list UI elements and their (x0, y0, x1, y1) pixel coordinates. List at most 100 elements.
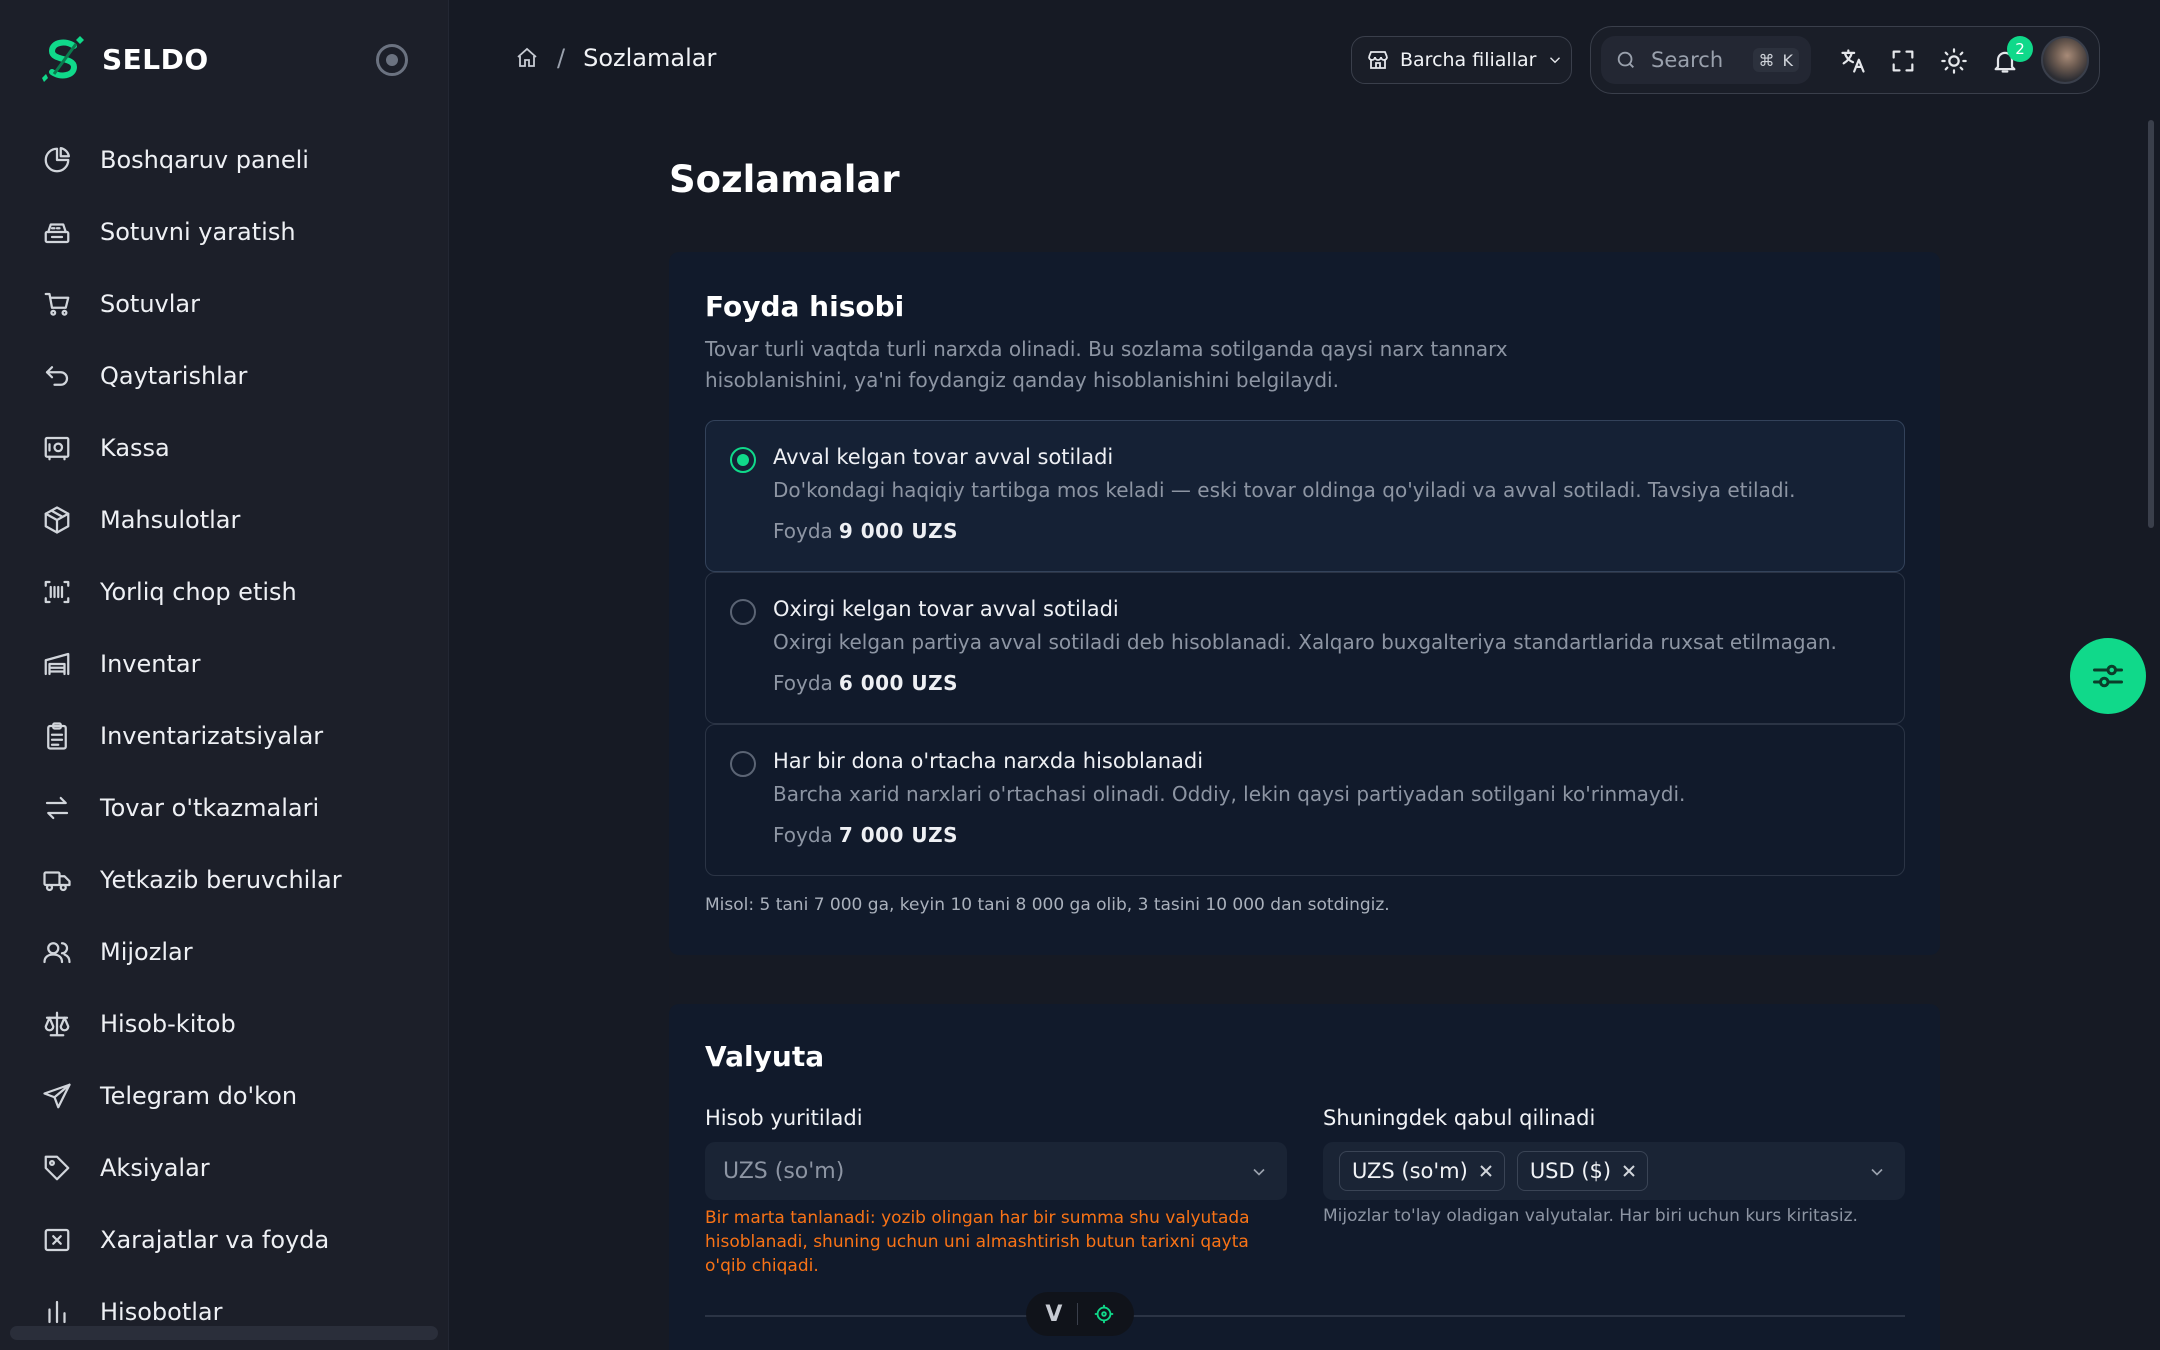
option-title: Oxirgi kelgan tovar avval sotiladi (773, 597, 1119, 621)
sidebar-item-label: Qaytarishlar (100, 362, 248, 390)
search-icon (1617, 51, 1634, 68)
devtools-divider (1077, 1303, 1079, 1325)
sidebar-item-telegram-shop[interactable]: Telegram do'kon (0, 1060, 449, 1132)
base-currency-select[interactable]: UZS (so'm) (705, 1142, 1287, 1200)
close-icon[interactable] (1621, 1163, 1637, 1179)
devtools-pill[interactable]: V (1026, 1292, 1134, 1336)
avatar[interactable] (2041, 36, 2089, 84)
currency-card-title: Valyuta (705, 1040, 825, 1073)
radio-button-checked[interactable] (730, 447, 756, 473)
clipboard-icon (47, 722, 67, 750)
option-profit: Foyda 6 000 UZS (773, 671, 958, 695)
profit-label: Foyda (773, 519, 833, 543)
base-currency-label: Hisob yuritiladi (705, 1106, 863, 1130)
barcode-scan-icon (44, 580, 70, 604)
sidebar-item-label: Sotuvni yaratish (100, 218, 296, 246)
profit-card-title: Foyda hisobi (705, 290, 905, 323)
branch-selector[interactable]: Barcha filiallar (1351, 36, 1572, 84)
sidebar-item-label: Aksiyalar (100, 1154, 210, 1182)
currency-card: Valyuta Hisob yuritiladi UZS (so'm) Bir … (669, 1004, 1940, 1350)
transfer-arrows-icon (45, 796, 69, 820)
sidebar-item-inventory[interactable]: Inventar (0, 628, 449, 700)
logo[interactable]: SELDO (40, 34, 209, 84)
main-scrollbar[interactable] (2148, 120, 2154, 528)
chevron-down-icon (1550, 57, 1561, 64)
option-title: Avval kelgan tovar avval sotiladi (773, 445, 1114, 469)
sidebar-item-label: Sotuvlar (100, 290, 200, 318)
radio-button[interactable] (730, 599, 756, 625)
fullscreen-icon[interactable] (1889, 47, 1917, 75)
sun-icon[interactable] (1940, 47, 1968, 75)
sidebar-item-label: Yetkazib beruvchilar (100, 866, 342, 894)
command-key-symbol: ⌘ (1758, 50, 1775, 70)
profit-option-fifo[interactable]: Avval kelgan tovar avval sotiladi Do'kon… (705, 420, 1905, 572)
breadcrumb: / Sozlamalar (515, 44, 716, 72)
search-input[interactable]: Search ⌘ K (1601, 36, 1811, 84)
profit-card-description: Tovar turli vaqtda turli narxda olinadi.… (705, 337, 1508, 392)
sidebar-item-label: Kassa (100, 434, 170, 462)
sidebar-item-cash[interactable]: Kassa (0, 412, 449, 484)
profit-option-average[interactable]: Har bir dona o'rtacha narxda hisoblanadi… (705, 724, 1905, 876)
currency-chip: UZS (so'm) (1339, 1151, 1505, 1191)
close-icon[interactable] (1478, 1163, 1494, 1179)
send-icon (43, 1083, 71, 1109)
shortcut-key: K (1782, 50, 1794, 70)
sidebar-item-label: Tovar o'tkazmalari (100, 794, 320, 822)
sidebar-item-suppliers[interactable]: Yetkazib beruvchilar (0, 844, 449, 916)
sidebar-item-stocktakes[interactable]: Inventarizatsiyalar (0, 700, 449, 772)
sidebar-item-sales[interactable]: Sotuvlar (0, 268, 449, 340)
devtools-logo: V (1045, 1301, 1063, 1327)
profit-value: 9 000 UZS (838, 519, 959, 543)
sidebar-item-returns[interactable]: Qaytarishlar (0, 340, 449, 412)
sidebar-item-label: Mahsulotlar (100, 506, 241, 534)
section-divider (705, 1315, 1905, 1317)
page-title: Sozlamalar (669, 158, 900, 201)
crosshair-icon[interactable] (1093, 1303, 1115, 1325)
return-arrow-icon (45, 366, 69, 386)
sidebar-item-label: Xarajatlar va foyda (100, 1226, 330, 1254)
accepted-currencies-select[interactable]: UZS (so'm) USD ($) (1323, 1142, 1905, 1200)
breadcrumb-separator: / (557, 44, 566, 72)
chip-label: UZS (so'm) (1352, 1159, 1468, 1183)
accepted-currencies-label: Shuningdek qabul qilinadi (1323, 1106, 1596, 1130)
app-name: SELDO (102, 42, 209, 76)
sidebar-item-dashboard[interactable]: Boshqaruv paneli (0, 124, 449, 196)
sidebar-item-transfers[interactable]: Tovar o'tkazmalari (0, 772, 449, 844)
sidebar-item-accounting[interactable]: Hisob-kitob (0, 988, 449, 1060)
profit-label: Foyda (773, 671, 833, 695)
sidebar-item-create-sale[interactable]: Sotuvni yaratish (0, 196, 449, 268)
home-icon[interactable] (515, 46, 539, 70)
sidebar-item-products[interactable]: Mahsulotlar (0, 484, 449, 556)
radio-dot-icon (386, 54, 398, 66)
sidebar-item-promotions[interactable]: Aksiyalar (0, 1132, 449, 1204)
store-icon (1368, 51, 1388, 69)
currency-chip: USD ($) (1516, 1151, 1649, 1191)
sidebar-item-expenses[interactable]: Xarajatlar va foyda (0, 1204, 449, 1276)
radio-button[interactable] (730, 751, 756, 777)
accepted-currencies-hint: Mijozlar to'lay oladigan valyutalar. Har… (1323, 1206, 1858, 1226)
search-shortcut: ⌘ K (1752, 48, 1799, 72)
sidebar-item-customers[interactable]: Mijozlar (0, 916, 449, 988)
report-icon (48, 1300, 66, 1324)
expense-icon (44, 1228, 70, 1252)
profit-example-text: Misol: 5 tani 7 000 ga, keyin 10 tani 8 … (705, 895, 1390, 915)
truck-icon (43, 871, 71, 892)
shopping-cart-icon (44, 292, 70, 316)
users-icon (43, 942, 71, 964)
sidebar-item-label: Inventar (100, 650, 201, 678)
profit-value: 7 000 UZS (838, 823, 959, 847)
warehouse-icon (44, 652, 70, 676)
scale-icon (44, 1011, 70, 1037)
sidebar-scrollbar[interactable] (10, 1326, 438, 1340)
breadcrumb-current: Sozlamalar (583, 44, 717, 72)
base-currency-warning: Bir marta tanlanadi: yozib olingan har b… (705, 1208, 1250, 1276)
sidebar-item-label: Telegram do'kon (100, 1082, 298, 1110)
sidebar-item-label: Mijozlar (100, 938, 193, 966)
sidebar-item-label-print[interactable]: Yorliq chop etish (0, 556, 449, 628)
translate-icon[interactable] (1839, 47, 1867, 75)
box-icon (44, 506, 70, 534)
sidebar-collapse-button[interactable] (376, 44, 408, 76)
branch-label: Barcha filiallar (1400, 49, 1537, 71)
settings-sliders-button[interactable] (2070, 638, 2146, 714)
profit-option-lifo[interactable]: Oxirgi kelgan tovar avval sotiladi Oxirg… (705, 572, 1905, 724)
